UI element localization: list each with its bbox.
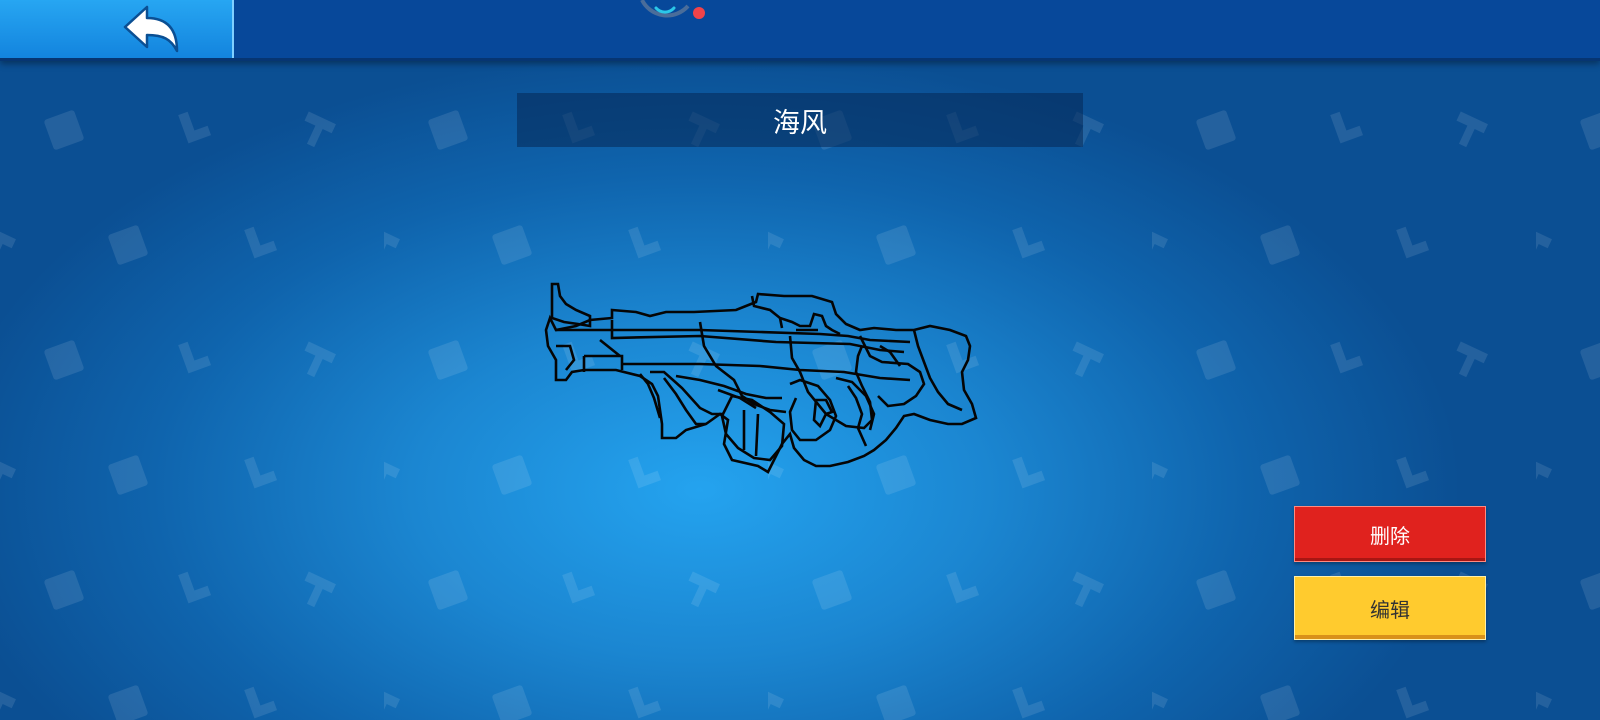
item-name: 海风: [773, 107, 827, 139]
back-arrow-icon: [123, 5, 179, 53]
top-bar: [0, 0, 1600, 61]
delete-button[interactable]: 删除: [1294, 506, 1486, 562]
back-button[interactable]: [0, 0, 234, 58]
loading-ring-icon: [640, 0, 690, 18]
item-name-panel: 海风: [517, 93, 1083, 147]
pixel-gun-outline-icon: [544, 282, 978, 474]
edit-button[interactable]: 编辑: [1294, 576, 1486, 640]
notification-dot: [693, 7, 705, 19]
